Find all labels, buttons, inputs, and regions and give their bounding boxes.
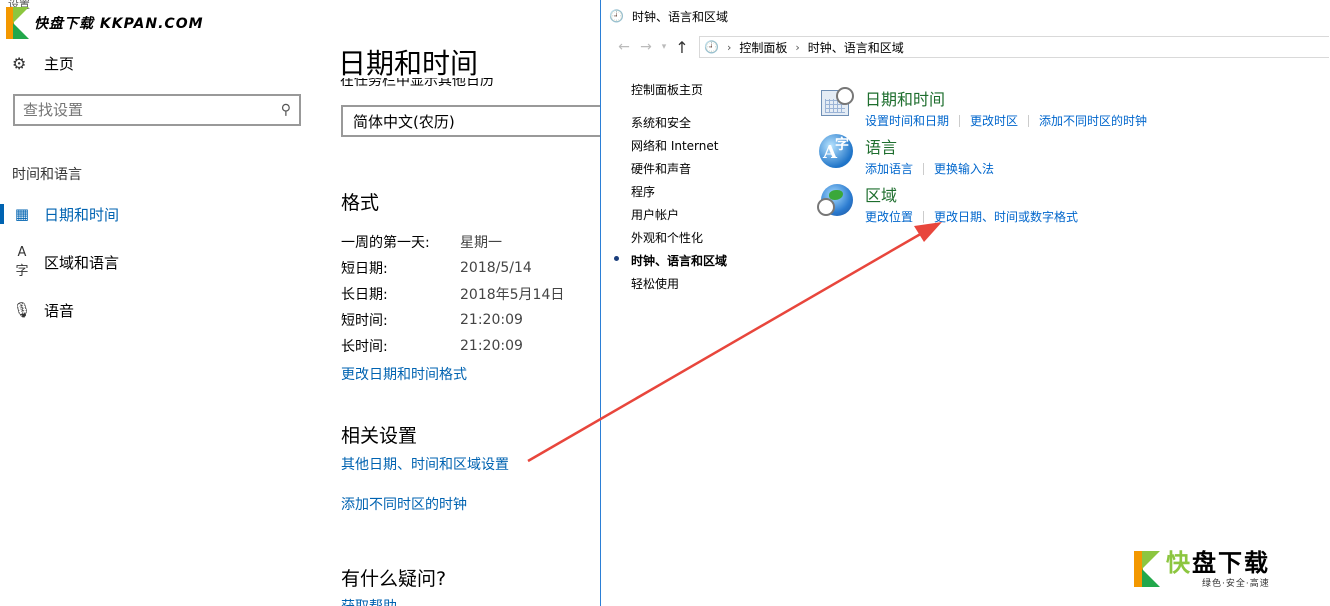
cp-sidebar-hardware[interactable]: 硬件和声音 <box>631 160 691 177</box>
kkpan-k-icon <box>1134 551 1162 587</box>
sidebar-item-label: 日期和时间 <box>44 205 120 224</box>
nav-section-title: 时间和语言 <box>12 167 82 183</box>
search-box[interactable]: ⚲ <box>13 94 301 126</box>
format-row: 长日期: 2018年5月14日 <box>341 287 565 303</box>
recent-dropdown-icon[interactable]: ▾ <box>657 42 671 52</box>
window-title: 时钟、语言和区域 <box>631 9 728 24</box>
watermark-logo: 快盘下载 KKPAN.COM <box>6 6 204 40</box>
region-globe-icon <box>817 182 855 218</box>
logo-title: 快盘下载 <box>1166 548 1270 577</box>
up-arrow-icon[interactable]: ↑ <box>671 38 693 57</box>
address-bar-row: ← → ▾ ↑ 🕘 › 控制面板 › 时钟、语言和区域 <box>601 32 1330 62</box>
search-input[interactable] <box>23 101 281 119</box>
calendar-select[interactable]: 简体中文(农历) <box>341 105 600 137</box>
add-language-link[interactable]: 添加语言 <box>865 160 913 177</box>
control-panel-window: 🕘 时钟、语言和区域 ← → ▾ ↑ 🕘 › 控制面板 › 时钟、语言和区域 控… <box>600 0 1330 606</box>
microphone-icon: 🎙 <box>12 301 32 319</box>
sidebar-item-label: 语音 <box>44 301 75 320</box>
language-globe-icon: A字 <box>819 134 855 170</box>
cp-sidebar-network[interactable]: 网络和 Internet <box>631 137 718 154</box>
category-language: A字 语言 添加语言 更换输入法 <box>819 134 994 177</box>
breadcrumb-control-panel[interactable]: 控制面板 <box>739 39 787 56</box>
show-calendar-label: 在任务栏中显示其他日历 <box>340 78 494 89</box>
language-icon: A字 <box>15 245 29 279</box>
search-icon[interactable]: ⚲ <box>281 102 291 118</box>
change-location-link[interactable]: 更改位置 <box>865 208 913 225</box>
sidebar-item-region-language[interactable]: A字 区域和语言 <box>0 245 300 279</box>
page-title: 日期和时间 <box>338 47 479 80</box>
category-title[interactable]: 区域 <box>865 182 1078 206</box>
change-date-time-number-format-link[interactable]: 更改日期、时间或数字格式 <box>934 208 1078 225</box>
sidebar-item-label: 区域和语言 <box>44 253 120 272</box>
add-clocks-link[interactable]: 添加不同时区的时钟 <box>1039 112 1147 129</box>
breadcrumb-clock-region[interactable]: 时钟、语言和区域 <box>808 39 904 56</box>
format-heading: 格式 <box>341 192 380 214</box>
nav-home[interactable]: ⚙ 主页 <box>12 52 74 74</box>
cp-sidebar-appearance[interactable]: 外观和个性化 <box>631 229 703 246</box>
control-panel-icon: 🕘 <box>704 40 719 54</box>
format-row: 短时间: 21:20:09 <box>341 312 523 329</box>
change-input-method-link[interactable]: 更换输入法 <box>934 160 994 177</box>
calendar-clock-icon: ▦ <box>14 205 30 223</box>
cp-sidebar-user-accounts[interactable]: 用户帐户 <box>631 206 679 223</box>
category-date-time: 日期和时间 设置时间和日期 更改时区 添加不同时区的时钟 <box>819 86 1147 129</box>
change-format-link[interactable]: 更改日期和时间格式 <box>341 364 467 384</box>
gear-icon: ⚙ <box>12 53 27 73</box>
kkpan-logo-icon <box>6 7 30 39</box>
other-region-settings-link[interactable]: 其他日期、时间和区域设置 <box>341 454 509 474</box>
address-field[interactable]: 🕘 › 控制面板 › 时钟、语言和区域 <box>699 36 1329 58</box>
format-row: 长时间: 21:20:09 <box>341 338 523 355</box>
clock-globe-icon: 🕘 <box>609 9 624 23</box>
sidebar-item-speech[interactable]: 🎙 语音 <box>0 296 300 324</box>
active-bullet-icon <box>614 256 619 261</box>
watermark-text: 快盘下载 KKPAN.COM <box>34 16 204 32</box>
nav-home-label: 主页 <box>44 54 75 73</box>
window-titlebar[interactable]: 🕘 时钟、语言和区域 <box>601 0 1330 32</box>
cp-sidebar-clock-region[interactable]: 时钟、语言和区域 <box>631 252 727 269</box>
question-heading: 有什么疑问? <box>341 568 447 590</box>
cp-sidebar-system-security[interactable]: 系统和安全 <box>631 114 691 131</box>
category-region: 区域 更改位置 更改日期、时间或数字格式 <box>817 182 1078 225</box>
add-clock-link[interactable]: 添加不同时区的时钟 <box>341 494 467 514</box>
settings-window: 设置 快盘下载 KKPAN.COM ⚙ 主页 ⚲ 时间和语言 ▦ 日期和时间 A… <box>0 0 600 606</box>
change-timezone-link[interactable]: 更改时区 <box>970 112 1018 129</box>
format-row: 一周的第一天: 星期一 <box>341 235 502 251</box>
format-row: 短日期: 2018/5/14 <box>341 260 532 277</box>
category-title[interactable]: 语言 <box>865 134 994 158</box>
sidebar-item-date-time[interactable]: ▦ 日期和时间 <box>0 200 300 228</box>
set-time-date-link[interactable]: 设置时间和日期 <box>865 112 949 129</box>
cp-sidebar-ease-of-access[interactable]: 轻松使用 <box>631 275 679 292</box>
chevron-right-icon: › <box>795 40 800 54</box>
category-title[interactable]: 日期和时间 <box>865 86 1147 110</box>
cp-sidebar-home[interactable]: 控制面板主页 <box>631 81 703 98</box>
related-settings-heading: 相关设置 <box>341 425 418 447</box>
kkpan-brand-logo: 快盘下载 绿色·安全·高速 <box>1134 548 1304 590</box>
date-time-icon <box>819 86 855 122</box>
back-arrow-icon[interactable]: ← <box>613 39 635 55</box>
get-help-link[interactable]: 获取帮助 <box>341 596 397 606</box>
cp-sidebar-programs[interactable]: 程序 <box>631 183 655 200</box>
chevron-right-icon: › <box>726 40 732 54</box>
logo-slogan: 绿色·安全·高速 <box>1202 578 1270 589</box>
forward-arrow-icon[interactable]: → <box>635 39 657 55</box>
